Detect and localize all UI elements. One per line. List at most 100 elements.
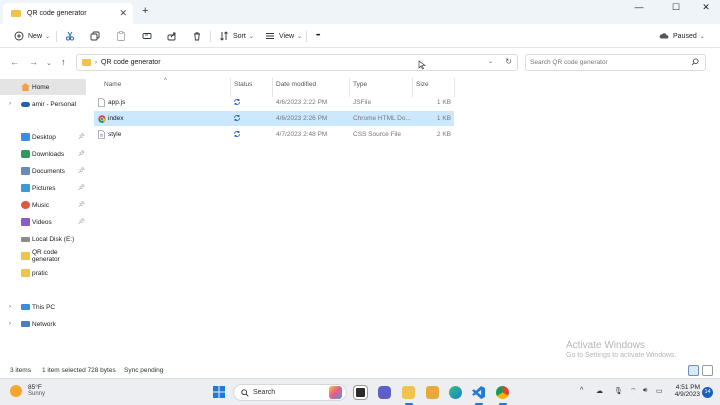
view-button[interactable]: View ⌄ [265,29,302,43]
file-row[interactable]: app.js 4/6/2023 2:22 PM JSFile 1 KB [94,95,454,110]
windows-start-icon[interactable] [213,386,225,398]
nav-item-pratic[interactable]: pratic [0,265,86,281]
new-tab-button[interactable]: + [142,5,148,17]
sort-icon [220,31,228,41]
nav-item-network[interactable]: › Network [0,316,86,332]
pin-icon: 📌︎ [78,134,85,140]
breadcrumb-chevron-icon: › [95,59,97,66]
show-hidden-icons-icon[interactable]: ^ [580,387,583,394]
pin-icon: 📌︎ [78,219,85,225]
expand-chevron-icon[interactable]: › [9,101,11,107]
sort-button[interactable]: Sort ⌄ [219,29,254,43]
vscode-icon[interactable] [472,386,485,399]
tiles-view-button[interactable] [702,365,713,376]
teams-chat-icon[interactable] [378,386,391,399]
file-size: 1 KB [436,115,451,122]
system-clock[interactable]: 4:51 PM 4/9/2023 [670,384,700,398]
rename-button[interactable] [142,29,152,43]
divider [210,31,211,42]
column-header-name[interactable]: Name [104,81,121,95]
onedrive-icon[interactable]: ☁ [596,387,603,395]
weather-widget[interactable]: 85°F Sunny [10,384,45,397]
divider [306,31,307,42]
delete-button[interactable] [192,29,202,43]
battery-icon[interactable]: ▭ [656,387,663,395]
file-date: 4/7/2023 2:48 PM [276,131,328,138]
widgets-icon[interactable] [329,386,342,399]
view-icon [266,33,274,39]
rename-icon [142,33,152,39]
nav-item-pictures[interactable]: Pictures 📌︎ [0,180,86,196]
edge-browser-icon[interactable] [449,386,462,399]
copy-button[interactable] [90,29,100,43]
maximize-button[interactable]: ☐ [665,2,687,16]
nav-item-qr-code-generator[interactable]: QR code generator [0,248,86,264]
nav-item-this-pc[interactable]: › This PC [0,299,86,315]
expand-chevron-icon[interactable]: › [9,321,11,327]
search-box[interactable]: Search QR code generator [525,54,706,71]
desktop-icon [21,133,30,141]
microphone-icon[interactable]: 🎙︎ [614,387,623,395]
nav-item-documents[interactable]: Documents 📌︎ [0,163,86,179]
address-history-chevron-icon[interactable]: ⌄ [488,58,493,65]
breadcrumb-qr-code-generator[interactable]: QR code generator [101,59,161,66]
share-button[interactable] [167,29,177,43]
chrome-browser-icon[interactable] [496,386,509,399]
nav-label: Desktop [32,133,56,141]
up-button[interactable]: ↑ [61,57,66,67]
forward-button[interactable]: → [29,57,38,67]
nav-item-desktop[interactable]: Desktop 📌︎ [0,129,86,145]
refresh-button[interactable]: ↻ [505,57,512,66]
chevron-down-icon: ⌄ [297,33,303,40]
nav-label: amir - Personal [32,100,77,108]
tab-qr-code-generator[interactable]: QR code generator ✕ [3,3,133,24]
folder-icon [21,269,30,277]
scissors-icon [65,31,75,41]
nav-item-downloads[interactable]: Downloads 📌︎ [0,146,86,162]
nav-item-home[interactable]: Home [0,79,86,95]
nav-item-music[interactable]: Music 📌︎ [0,197,86,213]
file-row[interactable]: index 4/6/2023 2:26 PM Chrome HTML Do...… [94,111,454,126]
column-header-date[interactable]: Date modified [276,81,316,95]
more-options-button[interactable]: ••• [316,29,320,43]
documents-icon [21,167,30,175]
file-explorer-icon[interactable] [402,386,415,399]
column-header-size[interactable]: Size [416,81,429,95]
title-bar: QR code generator ✕ + — ☐ ✕ [0,0,720,24]
column-header-status[interactable]: Status [234,81,252,95]
recent-locations-button[interactable]: ⌄ [46,59,52,67]
cut-button[interactable] [65,29,75,43]
cloud-icon [21,102,30,107]
wifi-icon[interactable]: ⌔ [630,387,637,396]
notification-badge[interactable]: 14 [702,387,713,398]
clock-date: 4/9/2023 [674,391,700,398]
column-divider[interactable] [454,78,455,97]
expand-chevron-icon[interactable]: › [9,304,11,310]
file-name: app.js [108,99,126,106]
nav-item-onedrive[interactable]: › amir - Personal [0,96,86,112]
column-header-type[interactable]: Type [353,81,367,95]
task-view-icon[interactable] [353,385,368,400]
file-row[interactable]: style 4/7/2023 2:48 PM CSS Source File 2… [94,127,454,142]
address-bar[interactable]: › QR code generator ⌄ ↻ [76,54,518,71]
nav-item-videos[interactable]: Videos 📌︎ [0,214,86,230]
minimize-button[interactable]: — [628,2,650,16]
nav-label: Downloads [32,150,65,158]
details-view-button[interactable] [688,365,699,376]
close-button[interactable]: ✕ [695,2,717,16]
css-file-icon [98,130,105,139]
tab-close-button[interactable]: ✕ [119,8,127,19]
onedrive-paused-icon [659,33,669,39]
volume-icon[interactable]: 🔊︎ [643,387,647,395]
file-explorer-icon[interactable] [426,386,439,399]
paused-button[interactable]: Paused ⌄ [659,29,705,43]
nav-item-local-disk[interactable]: Local Disk (E:) [0,231,86,247]
view-label: View [279,32,295,40]
activation-watermark-title: Activate Windows [566,340,645,351]
sync-status-icon [233,130,241,140]
new-button[interactable]: New ⌄ [14,29,50,43]
music-icon [21,201,30,209]
back-button[interactable]: ← [10,57,19,67]
clock-time: 4:51 PM [675,384,700,391]
paste-button[interactable] [116,29,126,43]
